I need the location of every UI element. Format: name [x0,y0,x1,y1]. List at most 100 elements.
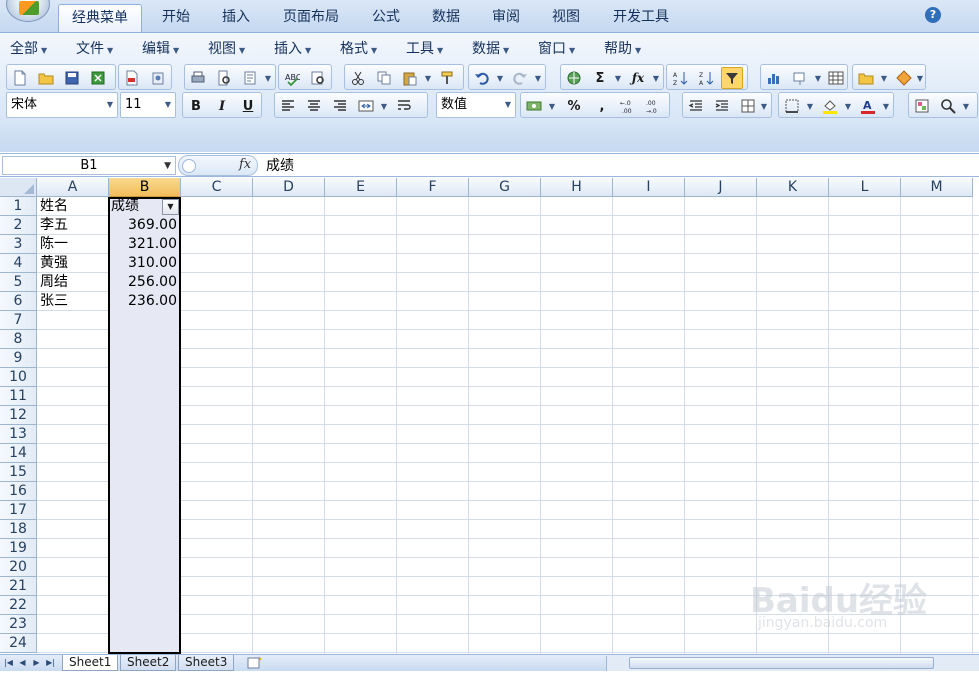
conditional-format-icon[interactable] [911,95,933,117]
filter-dropdown-button[interactable]: ▼ [162,199,179,215]
cell-a4[interactable]: 黄强 [37,254,71,273]
expand-icon[interactable] [182,159,196,173]
chevron-down-icon[interactable]: ▼ [495,67,505,89]
menu-window[interactable]: 窗口 ▼ [538,38,575,60]
menu-edit[interactable]: 编辑 ▼ [142,38,179,60]
font-name-select[interactable]: 宋体 ▼ [6,92,118,118]
cell-b4[interactable]: 310.00 [108,254,180,273]
save-icon[interactable] [61,67,83,89]
page-setup-icon[interactable] [239,67,261,89]
undo-icon[interactable] [471,67,493,89]
table-grid-icon[interactable] [825,67,847,89]
research-icon[interactable] [307,67,329,89]
chevron-down-icon[interactable]: ▼ [651,67,661,89]
prev-sheet-icon[interactable]: ◀ [16,656,29,670]
tab-view[interactable]: 视图 [540,4,592,32]
underline-button[interactable]: U [237,95,259,117]
hyperlink-icon[interactable] [563,67,585,89]
row-header-8[interactable]: 8 [0,330,37,349]
decrease-decimal-icon[interactable]: .00 →.0 [643,95,665,117]
chevron-down-icon[interactable]: ▼ [915,67,925,89]
paste-icon[interactable] [399,67,421,89]
column-header-j[interactable]: J [685,178,757,197]
italic-button[interactable]: I [211,95,233,117]
increase-decimal-icon[interactable]: ←.0.00 [617,95,639,117]
align-left-icon[interactable] [277,95,299,117]
menu-view[interactable]: 视图 ▼ [208,38,245,60]
row-header-1[interactable]: 1 [0,197,37,216]
chevron-down-icon[interactable]: ▼ [805,95,815,117]
chevron-down-icon[interactable]: ▼ [879,67,889,89]
increase-indent-icon[interactable] [711,95,733,117]
tab-review[interactable]: 审阅 [480,4,532,32]
menu-insert[interactable]: 插入 ▼ [274,38,311,60]
autosum-icon[interactable]: Σ [589,67,611,89]
formula-input[interactable]: 成绩 [266,157,294,175]
row-header-3[interactable]: 3 [0,235,37,254]
cell-b6[interactable]: 236.00 [108,292,180,311]
row-header-9[interactable]: 9 [0,349,37,368]
sheet-tab-sheet2[interactable]: Sheet2 [120,655,177,671]
sort-descending-icon[interactable]: ZA [695,67,717,89]
row-header-14[interactable]: 14 [0,444,37,463]
excel-sheet-icon[interactable] [87,67,109,89]
drawing-icon[interactable] [789,67,811,89]
row-header-4[interactable]: 4 [0,254,37,273]
cell-b1[interactable]: 成绩 [108,197,142,216]
select-all-button[interactable] [0,178,37,197]
row-header-7[interactable]: 7 [0,311,37,330]
menu-format[interactable]: 格式 ▼ [340,38,377,60]
merge-center-icon[interactable] [355,95,377,117]
row-header-2[interactable]: 2 [0,216,37,235]
cell-b3[interactable]: 321.00 [108,235,180,254]
last-sheet-icon[interactable]: ▶| [44,656,57,670]
row-header-21[interactable]: 21 [0,577,37,596]
fill-color-icon[interactable] [819,95,841,117]
row-header-23[interactable]: 23 [0,615,37,634]
cut-icon[interactable] [347,67,369,89]
bold-button[interactable]: B [185,95,207,117]
cell-a3[interactable]: 陈一 [37,235,71,254]
chevron-down-icon[interactable]: ▼ [759,95,769,117]
row-header-17[interactable]: 17 [0,501,37,520]
cell-a5[interactable]: 周结 [37,273,71,292]
chevron-down-icon[interactable]: ▼ [961,95,971,117]
tab-home[interactable]: 开始 [150,4,202,32]
new-file-icon[interactable] [9,67,31,89]
column-header-k[interactable]: K [757,178,829,197]
menu-help[interactable]: 帮助 ▼ [604,38,641,60]
row-header-20[interactable]: 20 [0,558,37,577]
tab-developer[interactable]: 开发工具 [600,4,682,32]
row-header-5[interactable]: 5 [0,273,37,292]
cell-b5[interactable]: 256.00 [108,273,180,292]
tab-classic-menu[interactable]: 经典菜单 [58,4,142,32]
wrap-text-icon[interactable] [393,95,415,117]
row-header-12[interactable]: 12 [0,406,37,425]
help-icon[interactable]: ? [925,7,941,23]
insert-sheet-icon[interactable] [246,656,264,670]
decrease-indent-icon[interactable] [685,95,707,117]
scrollbar-thumb[interactable] [629,657,934,669]
tab-formulas[interactable]: 公式 [360,4,412,32]
comma-style-button[interactable]: , [591,95,613,117]
copy-icon[interactable] [373,67,395,89]
find-icon[interactable] [937,95,959,117]
row-header-15[interactable]: 15 [0,463,37,482]
menu-data[interactable]: 数据 ▼ [472,38,509,60]
row-header-18[interactable]: 18 [0,520,37,539]
column-header-i[interactable]: I [613,178,685,197]
next-sheet-icon[interactable]: ▶ [30,656,43,670]
column-header-m[interactable]: M [901,178,973,197]
row-header-11[interactable]: 11 [0,387,37,406]
menu-file[interactable]: 文件 ▼ [76,38,113,60]
chevron-down-icon[interactable]: ▼ [533,67,543,89]
office-button[interactable] [6,0,50,22]
insert-function-icon[interactable]: fx [239,157,251,172]
menu-tools[interactable]: 工具 ▼ [406,38,443,60]
open-folder-icon[interactable] [35,67,57,89]
chevron-down-icon[interactable]: ▼ [881,95,891,117]
chevron-down-icon[interactable]: ▼ [813,67,823,89]
row-header-24[interactable]: 24 [0,634,37,653]
font-size-select[interactable]: 11 ▼ [120,92,176,118]
align-center-icon[interactable] [303,95,325,117]
